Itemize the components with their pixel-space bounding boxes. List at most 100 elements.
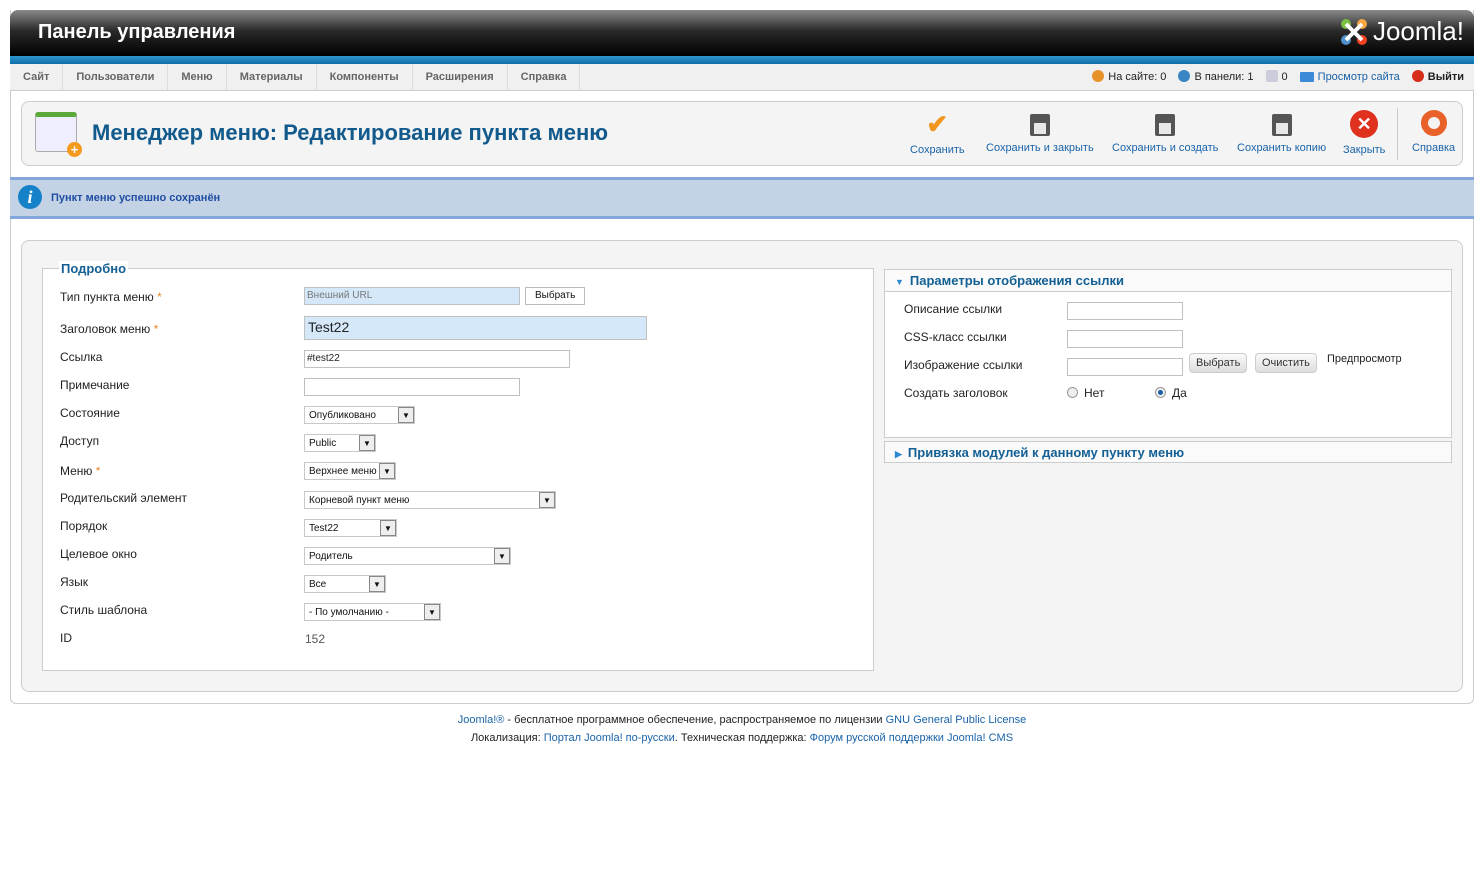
required-marker: * [157, 290, 162, 304]
link-desc-input[interactable] [1067, 302, 1183, 320]
menu-item-help[interactable]: Справка [508, 64, 581, 90]
radio-selected-icon [1155, 387, 1166, 398]
heading-no-radio[interactable]: Нет [1067, 386, 1104, 400]
link-input[interactable]: #test22 [304, 350, 570, 368]
create-heading-label: Создать заголовок [904, 386, 1008, 400]
menu-item-content[interactable]: Материалы [227, 64, 317, 90]
link-label: Ссылка [60, 350, 103, 364]
save-new-button[interactable]: Сохранить и создать [1112, 110, 1218, 154]
save-icon [1029, 114, 1050, 136]
logout-link[interactable]: Выйти [1411, 64, 1464, 90]
type-select-button[interactable]: Выбрать [525, 287, 586, 305]
checkmark-icon: ✔ [926, 108, 949, 139]
access-select[interactable]: Public ▼ [304, 434, 376, 452]
chevron-down-icon: ▼ [494, 548, 510, 564]
triangle-right-icon: ▶ [895, 449, 902, 459]
template-style-select[interactable]: - По умолчанию - ▼ [304, 603, 441, 621]
id-value: 152 [305, 632, 326, 646]
save-close-button[interactable]: Сохранить и закрыть [986, 110, 1094, 154]
menu-label: Меню * [60, 464, 101, 478]
details-legend: Подробно [59, 261, 129, 276]
view-site-link[interactable]: Просмотр сайта [1299, 64, 1400, 90]
css-class-label: CSS-класс ссылки [904, 330, 1007, 344]
joomla-logo-icon [1340, 18, 1367, 45]
menu-item-extensions[interactable]: Расширения [413, 64, 508, 90]
messages-count[interactable]: 0 [1265, 64, 1288, 90]
joomla-russia-link[interactable]: Портал Joomla! по-русски [544, 732, 675, 744]
user-icon [1092, 70, 1105, 82]
save-copy-icon [1271, 114, 1292, 136]
header: Панель управления Joomla! [10, 10, 1474, 56]
link-params-header[interactable]: ▼ Параметры отображения ссылки [885, 270, 1451, 292]
image-preview-label: Предпросмотр [1327, 353, 1402, 365]
chevron-down-icon: ▼ [539, 492, 555, 508]
gpl-link[interactable]: GNU General Public License [886, 714, 1027, 726]
module-assignment-header[interactable]: ▶ Привязка модулей к данному пункту меню [885, 442, 1451, 464]
menu-select[interactable]: Верхнее меню ▼ [304, 462, 396, 480]
heading-yes-radio[interactable]: Да [1155, 386, 1187, 400]
module-assignment-panel[interactable]: ▶ Привязка модулей к данному пункту меню [884, 441, 1452, 463]
language-label: Язык [60, 575, 89, 589]
image-clear-button[interactable]: Очистить [1255, 353, 1317, 373]
support-forum-link[interactable]: Форум русской поддержки Joomla! CMS [810, 732, 1013, 744]
info-icon: i [18, 185, 42, 209]
title-label: Заголовок меню * [60, 322, 159, 336]
required-marker: * [153, 322, 159, 336]
link-image-label: Изображение ссылки [904, 358, 1023, 372]
note-label: Примечание [60, 378, 130, 392]
order-label: Порядок [60, 519, 108, 533]
menu-manager-icon [35, 112, 82, 157]
access-label: Доступ [60, 434, 100, 448]
menu-item-menus[interactable]: Меню [168, 64, 227, 90]
menu-item-components[interactable]: Компоненты [317, 64, 413, 90]
radio-icon [1067, 387, 1078, 398]
close-icon: ✕ [1350, 110, 1379, 138]
toolbar-divider [1397, 108, 1398, 160]
message-text: Пункт меню успешно сохранён [51, 192, 221, 204]
note-input[interactable] [304, 378, 520, 396]
header-title: Панель управления [38, 21, 236, 43]
status-bar: На сайте: 0 В панели: 1 0 Просмотр сайта… [1092, 64, 1464, 90]
type-field: Внешний URL [304, 287, 520, 305]
help-button[interactable]: Справка [1412, 110, 1455, 154]
joomla-logo-text: Joomla! [1372, 16, 1464, 46]
footer-line-1: Joomla!® - бесплатное программное обеспе… [457, 714, 1027, 726]
parent-select[interactable]: Корневой пункт меню ▼ [304, 491, 556, 509]
chevron-down-icon: ▼ [380, 520, 396, 536]
online-site-count: На сайте: 0 [1092, 64, 1166, 90]
page-title: Менеджер меню: Редактирование пункта мен… [92, 120, 609, 145]
save-button[interactable]: ✔ Сохранить [910, 108, 965, 157]
target-select[interactable]: Родитель ▼ [304, 547, 511, 565]
user-icon [1178, 70, 1191, 82]
id-label: ID [60, 631, 72, 645]
footer: Joomla!® - бесплатное программное обеспе… [0, 711, 1484, 747]
order-select[interactable]: Test22 ▼ [304, 519, 397, 537]
save-new-icon [1155, 114, 1176, 136]
logout-icon [1411, 70, 1424, 82]
type-label: Тип пункта меню * [60, 290, 162, 304]
state-select[interactable]: Опубликовано ▼ [304, 406, 415, 424]
monitor-icon [1299, 72, 1314, 82]
chevron-down-icon: ▼ [398, 407, 414, 423]
menu-item-site[interactable]: Сайт [10, 64, 64, 90]
mail-icon [1265, 70, 1278, 82]
joomla-link[interactable]: Joomla!® [458, 714, 505, 726]
triangle-down-icon: ▼ [895, 277, 904, 287]
header-stripe [10, 56, 1474, 64]
target-label: Целевое окно [60, 547, 137, 561]
joomla-logo[interactable]: Joomla! [1339, 16, 1464, 47]
title-input[interactable]: Test22 [304, 316, 647, 340]
state-label: Состояние [60, 406, 120, 420]
link-image-input[interactable] [1067, 358, 1183, 376]
system-message: i Пункт меню успешно сохранён [10, 177, 1474, 219]
css-class-input[interactable] [1067, 330, 1183, 348]
image-select-button[interactable]: Выбрать [1189, 353, 1248, 373]
language-select[interactable]: Все ▼ [304, 575, 386, 593]
required-marker: * [95, 464, 101, 478]
main-menu: Сайт Пользователи Меню Материалы Компоне… [10, 64, 1474, 91]
link-desc-label: Описание ссылки [904, 302, 1003, 316]
save-copy-button[interactable]: Сохранить копию [1237, 110, 1326, 154]
menu-item-users[interactable]: Пользователи [63, 64, 169, 90]
chevron-down-icon: ▼ [369, 576, 385, 592]
close-button[interactable]: ✕ Закрыть [1343, 110, 1385, 156]
